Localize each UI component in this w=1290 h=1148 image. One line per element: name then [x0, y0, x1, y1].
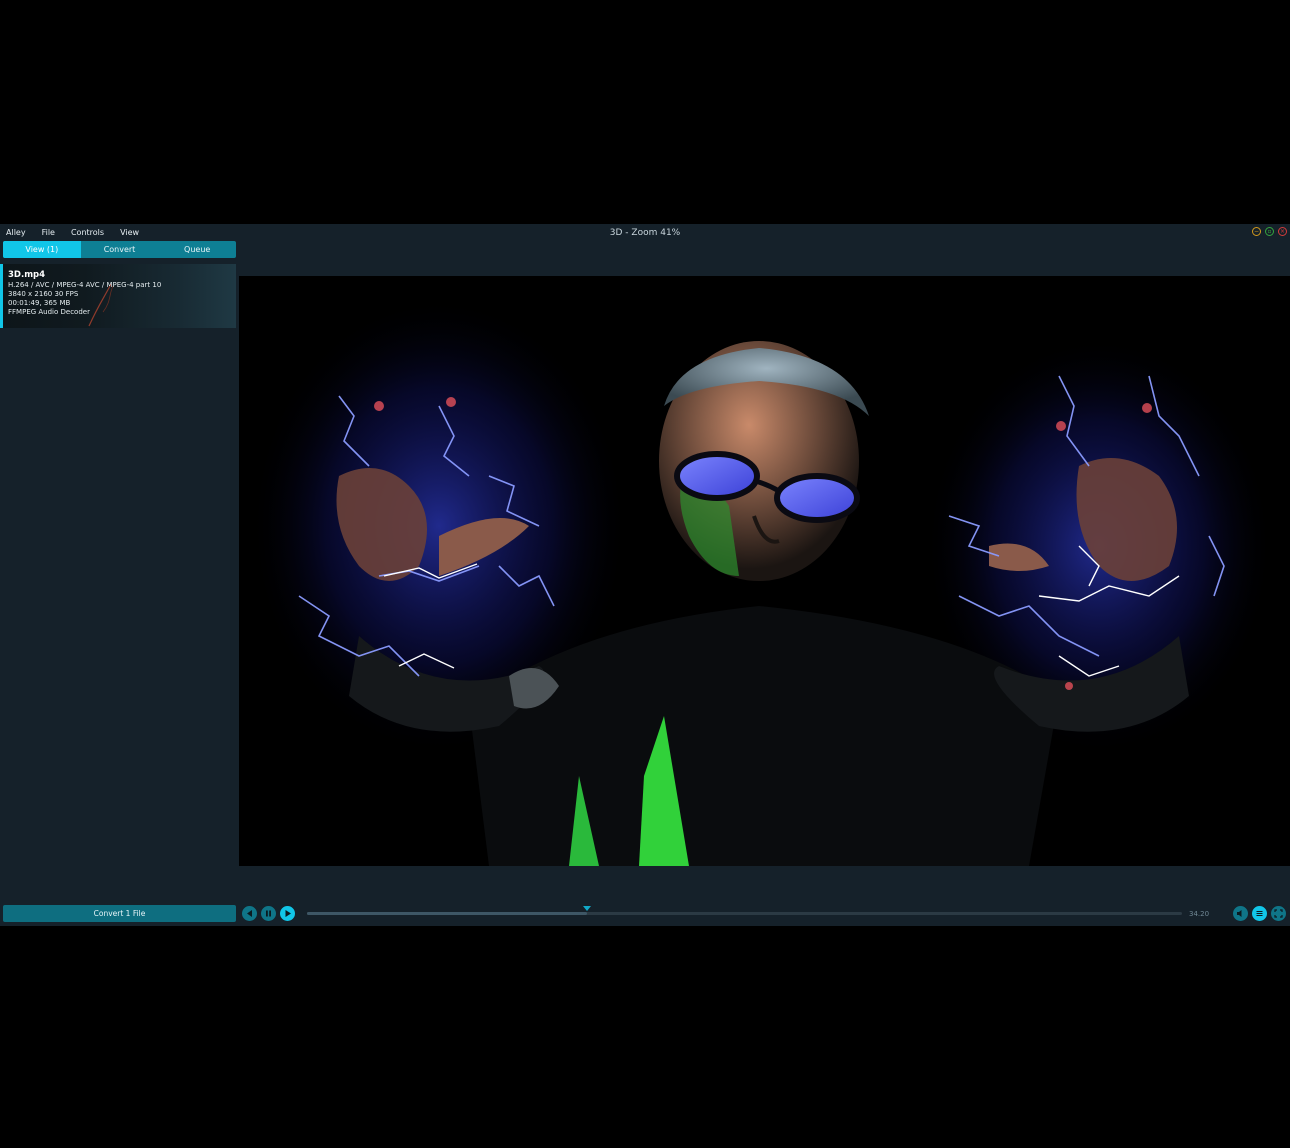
playlist-button[interactable]	[1252, 906, 1267, 921]
volume-button[interactable]	[1233, 906, 1248, 921]
window-controls: − ▫ ×	[1252, 227, 1287, 236]
playlist-icon	[1256, 911, 1263, 916]
file-audio: FFMPEG Audio Decoder	[8, 308, 90, 316]
fullscreen-icon	[1274, 909, 1283, 918]
file-resolution: 3840 x 2160 30 FPS	[8, 290, 79, 298]
tab-queue[interactable]: Queue	[158, 241, 236, 258]
fullscreen-button[interactable]	[1271, 906, 1286, 921]
file-duration-size: 00:01:49, 365 MB	[8, 299, 71, 307]
maximize-button[interactable]: ▫	[1265, 227, 1274, 236]
file-codec: H.264 / AVC / MPEG-4 AVC / MPEG-4 part 1…	[8, 281, 162, 289]
tab-convert[interactable]: Convert	[81, 241, 159, 258]
video-frame	[239, 276, 1290, 866]
time-label: 34.20	[1189, 910, 1210, 918]
play-icon	[285, 910, 291, 917]
app-window: Alley File Controls View 3D - Zoom 41% −…	[0, 224, 1290, 926]
minimize-icon: −	[1253, 227, 1260, 235]
timeline-progress	[307, 912, 587, 915]
window-title: 3D - Zoom 41%	[609, 228, 681, 238]
tab-view[interactable]: View (1)	[3, 241, 81, 258]
convert-files-button[interactable]: Convert 1 File	[3, 905, 236, 922]
video-viewport[interactable]	[239, 276, 1290, 866]
title-bar: Alley File Controls View 3D - Zoom 41% −…	[0, 224, 1290, 242]
close-button[interactable]: ×	[1278, 227, 1287, 236]
file-name: 3D.mp4	[8, 270, 46, 280]
file-list-item[interactable]: 3D.mp4 H.264 / AVC / MPEG-4 AVC / MPEG-4…	[0, 264, 236, 328]
playhead-marker[interactable]	[583, 906, 591, 911]
skip-back-icon	[247, 910, 252, 917]
skip-back-button[interactable]	[242, 906, 257, 921]
volume-icon	[1237, 910, 1242, 917]
play-button[interactable]	[280, 906, 295, 921]
minimize-button[interactable]: −	[1252, 227, 1261, 236]
pause-button[interactable]	[261, 906, 276, 921]
tab-bar: View (1) Convert Queue	[3, 241, 236, 258]
pause-icon	[266, 910, 271, 917]
sidebar: 3D.mp4 H.264 / AVC / MPEG-4 AVC / MPEG-4…	[0, 262, 237, 900]
timeline-slider[interactable]	[307, 906, 1182, 915]
maximize-icon: ▫	[1267, 227, 1272, 235]
close-icon: ×	[1279, 227, 1286, 235]
